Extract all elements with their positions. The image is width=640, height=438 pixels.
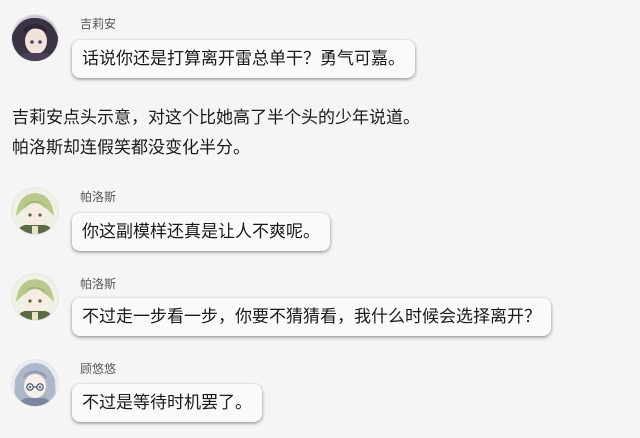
avatar[interactable]	[12, 188, 58, 234]
silver-haired-girl-avatar-icon	[12, 360, 58, 406]
sender-name: 吉莉安	[80, 17, 117, 31]
message-bubble: 你这副模样还真是让人不爽呢。	[72, 213, 330, 251]
green-haired-boy-avatar-icon	[12, 274, 58, 320]
sender-name: 帕洛斯	[80, 277, 117, 291]
avatar[interactable]	[12, 15, 58, 61]
narration-line: 帕洛斯却连假笑都没变化半分。	[12, 138, 250, 158]
message-bubble: 话说你还是打算离开雷总单干？勇气可嘉。	[72, 40, 415, 78]
message-bubble: 不过是等待时机罢了。	[72, 384, 262, 422]
sender-name: 顾悠悠	[80, 362, 117, 376]
avatar[interactable]	[12, 360, 58, 406]
message-bubble: 不过走一步看一步，你要不猜猜看，我什么时候会选择离开？	[72, 298, 551, 336]
sender-name: 帕洛斯	[80, 190, 117, 204]
dark-haired-girl-avatar-icon	[12, 15, 58, 61]
narration-block: 吉莉安点头示意，对这个比她高了半个头的少年说道。 帕洛斯却连假笑都没变化半分。	[12, 103, 628, 163]
green-haired-boy-avatar-icon	[12, 188, 58, 234]
avatar[interactable]	[12, 274, 58, 320]
narration-line: 吉莉安点头示意，对这个比她高了半个头的少年说道。	[12, 108, 420, 128]
